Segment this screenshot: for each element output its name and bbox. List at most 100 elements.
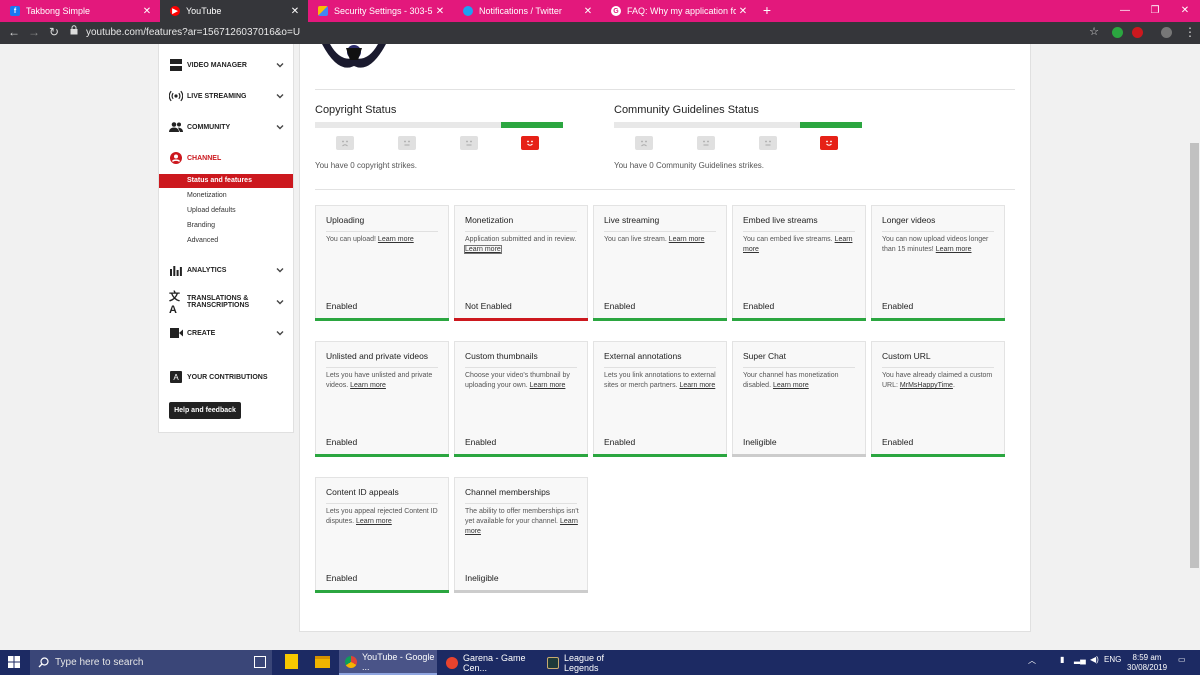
sidebar-item-create[interactable]: Create	[159, 321, 293, 345]
sidebar-item-live-streaming[interactable]: Live Streaming	[159, 84, 293, 108]
taskbar-app-league[interactable]: League of Legends	[541, 650, 641, 675]
help-and-feedback-button[interactable]: Help and feedback	[169, 402, 241, 419]
close-window-button[interactable]: ✕	[1170, 0, 1200, 22]
feature-card-channel-memberships: Channel memberships The ability to offer…	[454, 477, 588, 593]
bookmark-star-icon[interactable]: ☆	[1084, 22, 1104, 44]
close-icon[interactable]: ✕	[288, 6, 302, 17]
sidebar-item-label: Your contributions	[187, 373, 268, 381]
main-content: Copyright Status You have 0 copyright st…	[299, 44, 1031, 632]
feature-card-custom-thumbnails: Custom thumbnails Choose your video's th…	[454, 341, 588, 457]
sticky-notes-icon[interactable]	[285, 654, 298, 669]
community-icon	[169, 120, 183, 134]
taskbar-app-garena[interactable]: Garena - Game Cen...	[440, 650, 538, 675]
sidebar-item-video-manager[interactable]: Video Manager	[159, 53, 293, 77]
browser-tab[interactable]: G FAQ: Why my application for ✕	[601, 0, 756, 22]
lock-icon	[64, 22, 84, 44]
live-streaming-icon	[169, 89, 183, 103]
extension-icon[interactable]	[1112, 27, 1123, 38]
minimize-button[interactable]: —	[1110, 0, 1140, 22]
extension-icon[interactable]	[1132, 27, 1143, 38]
facebook-icon: f	[10, 6, 20, 16]
windows-start-icon[interactable]	[8, 656, 20, 668]
learn-more-link[interactable]: Learn more	[679, 382, 715, 389]
sidebar-item-advanced[interactable]: Advanced	[159, 234, 293, 248]
learn-more-link[interactable]: Learn more	[378, 236, 414, 243]
feature-description: Lets you link annotations to external si…	[604, 372, 716, 389]
menu-dots-icon[interactable]: ⋮	[1180, 22, 1200, 44]
close-icon[interactable]: ✕	[736, 6, 750, 17]
url-input[interactable]: youtube.com/features?ar=1567126037016&o=…	[86, 27, 300, 38]
taskbar-app-chrome[interactable]: YouTube - Google ...	[339, 650, 437, 675]
browser-tab-bar: f Takbong Simple ✕ ▶ YouTube ✕ Security …	[0, 0, 1200, 22]
community-strike-meter	[614, 122, 862, 128]
feature-description: You can now upload videos longer than 15…	[882, 236, 989, 253]
forward-button[interactable]: →	[24, 22, 44, 44]
analytics-icon	[169, 263, 183, 277]
studio-sidebar: Video Manager Live Streaming Community C…	[158, 44, 294, 433]
language-indicator[interactable]: ENG	[1104, 655, 1121, 664]
sidebar-item-monetization[interactable]: Monetization	[159, 189, 293, 203]
close-icon[interactable]: ✕	[140, 6, 154, 17]
page-scrollbar-thumb[interactable]	[1190, 143, 1199, 568]
notifications-icon[interactable]: ▭	[1178, 655, 1186, 664]
feature-title: Custom thumbnails	[465, 351, 538, 361]
sidebar-item-translations[interactable]: 文A Translations & Transcriptions	[159, 290, 293, 316]
feature-card-unlisted-private: Unlisted and private videos Lets you hav…	[315, 341, 449, 457]
browser-tab[interactable]: f Takbong Simple ✕	[0, 0, 160, 22]
learn-more-link[interactable]: Learn more	[356, 518, 392, 525]
feature-status-bar	[593, 318, 727, 321]
browser-tab-active[interactable]: ▶ YouTube ✕	[160, 0, 308, 22]
profile-avatar[interactable]	[1161, 27, 1172, 38]
learn-more-link[interactable]: Learn more	[350, 382, 386, 389]
reload-button[interactable]: ↻	[44, 22, 64, 44]
feature-title: Live streaming	[604, 215, 660, 225]
google-ads-icon	[318, 6, 328, 16]
sidebar-item-upload-defaults[interactable]: Upload defaults	[159, 204, 293, 218]
feature-description: Lets you appeal rejected Content ID disp…	[326, 508, 438, 525]
network-icon[interactable]: ▂▄	[1074, 655, 1086, 664]
back-button[interactable]: ←	[4, 22, 24, 44]
feature-status-bar	[593, 454, 727, 457]
taskbar-clock[interactable]: 8:59 am 30/08/2019	[1127, 653, 1167, 673]
feature-status: Enabled	[882, 301, 914, 311]
feature-status-bar	[454, 318, 588, 321]
chevron-up-icon[interactable]: ︿	[1028, 655, 1036, 666]
feature-card-live-streaming: Live streaming You can live stream. Lear…	[593, 205, 727, 321]
league-icon	[547, 656, 559, 669]
custom-url-link[interactable]: MrMsHappyTime	[900, 382, 953, 389]
feature-status: Enabled	[743, 301, 775, 311]
restore-button[interactable]: ❐	[1140, 0, 1170, 22]
sidebar-item-community[interactable]: Community	[159, 115, 293, 139]
feature-status-bar	[315, 590, 449, 593]
feature-status-bar	[315, 318, 449, 321]
sidebar-item-contributions[interactable]: A Your contributions	[159, 365, 293, 389]
sidebar-item-label: Community	[187, 123, 231, 131]
volume-icon[interactable]: ◀)	[1090, 655, 1099, 664]
browser-tab[interactable]: Security Settings - 303-512-2297 ✕	[308, 0, 453, 22]
file-explorer-icon[interactable]	[315, 656, 330, 668]
close-icon[interactable]: ✕	[581, 6, 595, 17]
youtube-icon: ▶	[170, 6, 180, 16]
copyright-status-text: You have 0 copyright strikes.	[315, 161, 417, 170]
learn-more-link[interactable]: Learn more	[773, 382, 809, 389]
browser-tab[interactable]: Notifications / Twitter ✕	[453, 0, 601, 22]
learn-more-link[interactable]: Learn more	[669, 236, 705, 243]
learn-more-link[interactable]: Learn more	[530, 382, 566, 389]
close-icon[interactable]: ✕	[433, 6, 447, 17]
feature-status-bar	[315, 454, 449, 457]
channel-icon	[169, 151, 183, 165]
sidebar-item-status-and-features[interactable]: Status and features	[159, 174, 293, 188]
taskbar-search-box[interactable]: Type here to search	[30, 650, 272, 675]
learn-more-link[interactable]: Learn more	[936, 246, 972, 253]
new-tab-button[interactable]: +	[760, 0, 774, 22]
feature-title: External annotations	[604, 351, 682, 361]
sidebar-item-channel[interactable]: Channel	[159, 146, 293, 170]
sidebar-item-branding[interactable]: Branding	[159, 219, 293, 233]
sidebar-item-label: Channel	[187, 154, 222, 162]
feature-title: Custom URL	[882, 351, 931, 361]
learn-more-link[interactable]: Learn more	[464, 245, 502, 254]
section-divider	[315, 89, 1015, 90]
task-view-icon[interactable]	[254, 656, 266, 668]
sidebar-item-analytics[interactable]: Analytics	[159, 258, 293, 282]
battery-icon[interactable]: ▮	[1060, 655, 1064, 664]
